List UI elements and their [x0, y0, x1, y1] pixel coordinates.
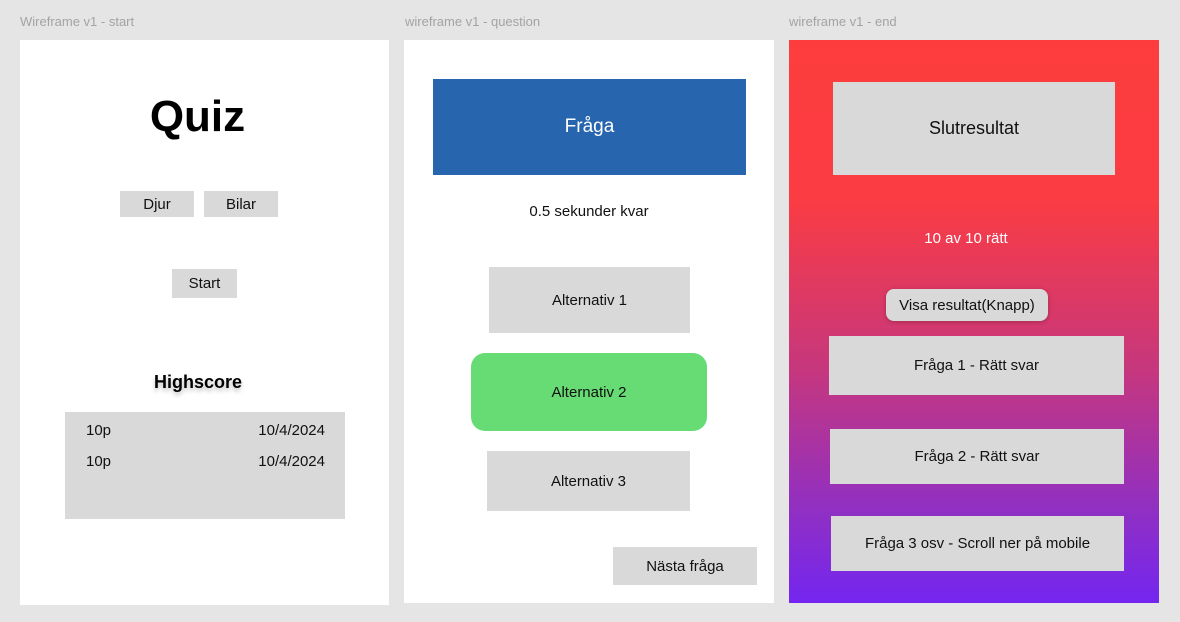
question-box: Fråga — [433, 79, 746, 175]
highscore-date: 10/4/2024 — [258, 453, 325, 470]
answer-result-3: Fråga 3 osv - Scroll ner på mobile — [831, 516, 1124, 571]
alternative-button-3[interactable]: Alternativ 3 — [487, 451, 690, 511]
highscore-list: 10p 10/4/2024 10p 10/4/2024 — [65, 412, 345, 519]
frame-end: Slutresultat 10 av 10 rätt Visa resultat… — [789, 40, 1159, 603]
highscore-points: 10p — [86, 453, 112, 470]
highscore-row: 10p 10/4/2024 — [86, 453, 325, 470]
timer-text: 0.5 sekunder kvar — [529, 203, 649, 220]
frame-question: Fråga 0.5 sekunder kvar Alternativ 1 Alt… — [404, 40, 774, 603]
result-title-box: Slutresultat — [833, 82, 1115, 175]
answer-result-1: Fråga 1 - Rätt svar — [829, 336, 1124, 395]
highscore-points: 10p — [86, 422, 112, 439]
frame-label-end: wireframe v1 - end — [789, 14, 897, 29]
quiz-title: Quiz — [149, 92, 246, 141]
frame-label-start: Wireframe v1 - start — [20, 14, 135, 29]
highscore-title: Highscore — [153, 372, 243, 392]
alternative-button-1[interactable]: Alternativ 1 — [489, 267, 690, 333]
category-button-bilar[interactable]: Bilar — [204, 191, 278, 217]
highscore-row: 10p 10/4/2024 — [86, 422, 325, 439]
next-question-button[interactable]: Nästa fråga — [613, 547, 757, 585]
show-results-button[interactable]: Visa resultat(Knapp) — [886, 289, 1048, 321]
answer-result-2: Fråga 2 - Rätt svar — [830, 429, 1124, 484]
start-button[interactable]: Start — [172, 269, 237, 298]
frame-label-question: wireframe v1 - question — [405, 14, 541, 29]
frame-start: Quiz Djur Bilar Start Highscore 10p 10/4… — [20, 40, 389, 605]
highscore-date: 10/4/2024 — [258, 422, 325, 439]
score-text: 10 av 10 rätt — [924, 230, 1008, 247]
category-button-djur[interactable]: Djur — [120, 191, 194, 217]
alternative-button-2[interactable]: Alternativ 2 — [471, 353, 707, 431]
